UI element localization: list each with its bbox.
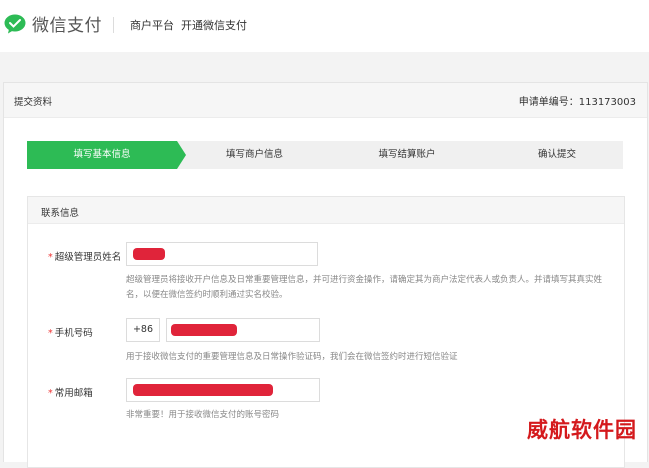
- application-number-label: 申请单编号：: [518, 97, 579, 108]
- phone-label-text: 手机号码: [54, 328, 93, 339]
- application-panel: 提交资料 申请单编号：113173003 填写基本信息 填写商户信息 填写结算账…: [3, 82, 648, 468]
- header-divider: [113, 17, 114, 33]
- progress-steps: 填写基本信息 填写商户信息 填写结算账户 确认提交: [27, 141, 623, 169]
- email-label: * 常用邮箱: [48, 385, 93, 399]
- application-number-value: 113173003: [578, 97, 636, 108]
- admin-name-input[interactable]: [126, 242, 318, 266]
- admin-name-label-text: 超级管理员姓名: [54, 252, 122, 263]
- nav-merchant-platform[interactable]: 商户平台: [130, 17, 174, 33]
- redacted-name: [133, 248, 165, 260]
- step-confirm-submit: 确认提交: [537, 149, 576, 160]
- application-number: 申请单编号：113173003: [519, 93, 636, 108]
- logo-text[interactable]: 微信支付: [32, 11, 102, 36]
- redacted-phone: [171, 324, 237, 336]
- admin-name-label: * 超级管理员姓名: [48, 249, 121, 263]
- country-code[interactable]: +86: [126, 318, 160, 342]
- email-input[interactable]: [126, 378, 320, 402]
- required-mark: *: [48, 388, 53, 399]
- step-merchant-info: 填写商户信息: [225, 149, 283, 160]
- watermark: 威航软件园: [527, 417, 637, 442]
- phone-label: * 手机号码: [48, 325, 93, 339]
- required-mark: *: [48, 328, 53, 339]
- nav-open-wechat-pay[interactable]: 开通微信支付: [181, 17, 247, 33]
- admin-name-hint: 超级管理员将接收开户信息及日常重要管理信息，并可进行资金操作，请确定其为商户法定…: [126, 275, 603, 300]
- redacted-email: [133, 384, 273, 396]
- top-header: 微信支付 商户平台 开通微信支付: [0, 0, 649, 52]
- phone-input[interactable]: [166, 318, 320, 342]
- wechat-pay-icon[interactable]: [4, 14, 26, 34]
- phone-hint: 用于接收微信支付的重要管理信息及日常操作验证码，我们会在微信签约时进行短信验证: [126, 352, 458, 362]
- step-settlement-account: 填写结算账户: [378, 149, 436, 160]
- email-label-text: 常用邮箱: [54, 388, 93, 399]
- step-basic-info: 填写基本信息: [27, 141, 186, 169]
- panel-title: 提交资料: [14, 97, 53, 108]
- section-title: 联系信息: [41, 208, 80, 219]
- required-mark: *: [48, 252, 53, 263]
- panel-header: 提交资料 申请单编号：113173003: [4, 83, 647, 118]
- section-header: 联系信息: [28, 197, 624, 224]
